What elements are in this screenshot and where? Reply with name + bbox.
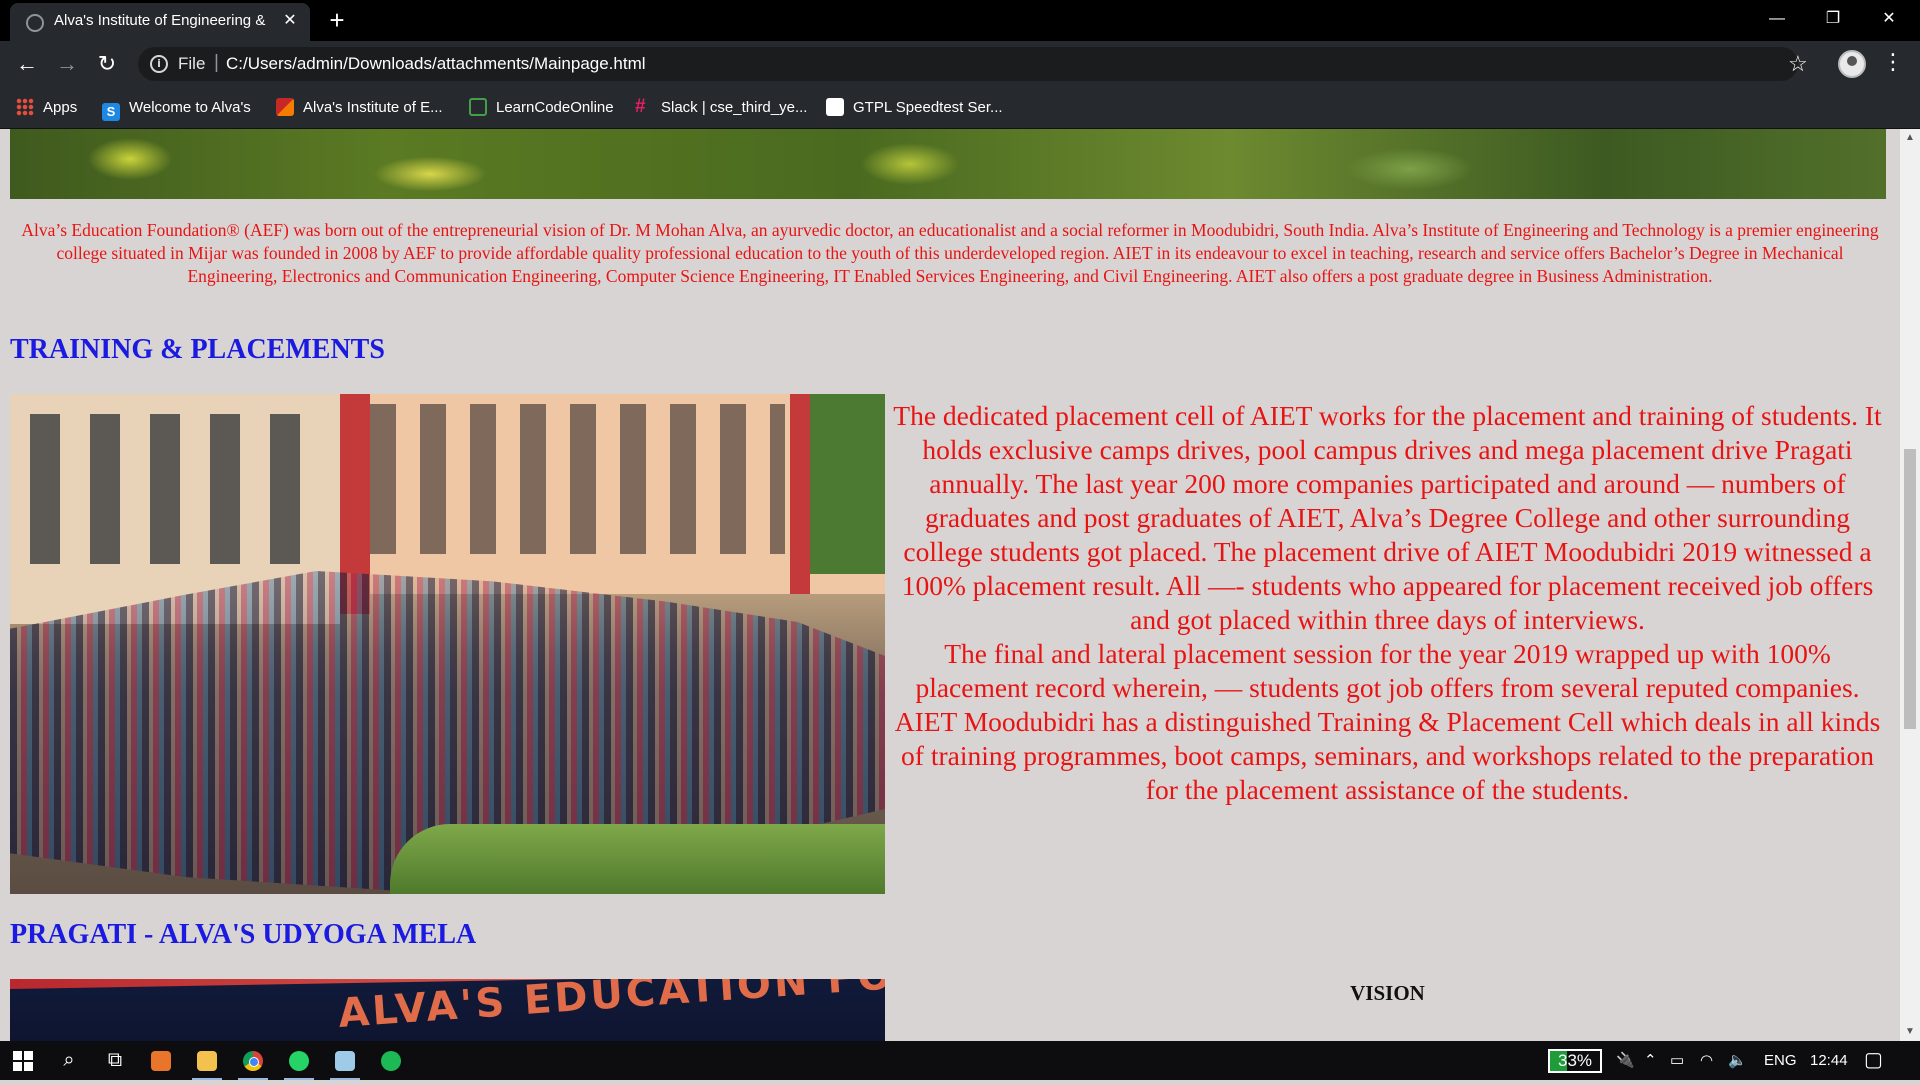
page-viewport: Alva’s Education Foundation® (AEF) was b… (0, 129, 1900, 1041)
bookmark-apps[interactable]: Apps (16, 96, 77, 120)
pragati-heading: PRAGATI - ALVA'S UDYOGA MELA (10, 919, 477, 950)
forward-button[interactable]: → (52, 49, 82, 79)
search-icon: ⌕ (63, 1049, 75, 1071)
pragati-sign-text: ALVA'S EDUCATION FO (336, 979, 885, 1037)
browser-menu-icon[interactable]: ⋮ (1882, 48, 1904, 78)
scroll-up-icon[interactable]: ▲ (1900, 129, 1920, 147)
windows-taskbar: ⌕ ⧉ 33% 🔌 ⌃ ▭ ◠ 🔈 ENG 12:44 ▢ (0, 1041, 1920, 1080)
intro-paragraph: Alva’s Education Foundation® (AEF) was b… (21, 220, 1879, 286)
profile-avatar[interactable] (1838, 50, 1866, 78)
campus-banner-image (10, 129, 1886, 199)
office-app-icon (151, 1051, 171, 1071)
taskbar-app-whatsapp[interactable] (276, 1041, 322, 1080)
tab-favicon-icon (26, 14, 44, 32)
scroll-down-icon[interactable]: ▼ (1900, 1023, 1920, 1041)
whatsapp-icon (289, 1051, 309, 1071)
vision-heading: VISION (1350, 981, 1425, 1005)
start-button[interactable] (0, 1041, 46, 1080)
close-window-button[interactable]: ✕ (1866, 4, 1912, 34)
bookmark-star-icon[interactable]: ☆ (1788, 50, 1808, 78)
new-tab-button[interactable]: + (322, 6, 352, 36)
task-view-icon: ⧉ (107, 1049, 123, 1071)
placement-paragraph-2: The final and lateral placement session … (894, 638, 1881, 805)
taskbar-app-notes[interactable] (322, 1041, 368, 1080)
chrome-icon (243, 1051, 263, 1071)
apps-grid-icon (16, 98, 34, 116)
battery-indicator[interactable]: 33% (1548, 1049, 1602, 1073)
restore-window-button[interactable]: ❐ (1810, 4, 1856, 34)
scrollbar-thumb[interactable] (1904, 449, 1916, 729)
placement-group-photo (10, 394, 885, 894)
browser-tab[interactable]: Alva's Institute of Engineering & ✕ (10, 3, 310, 41)
title-bar: Alva's Institute of Engineering & ✕ + — … (0, 0, 1920, 41)
minimize-window-button[interactable]: — (1754, 4, 1800, 34)
scheme-label: File (178, 54, 206, 73)
lco-logo-icon (469, 98, 487, 116)
notifications-icon[interactable]: ▢ (1864, 1041, 1883, 1080)
bookmark-welcome-alvas[interactable]: S Welcome to Alva's (102, 96, 251, 121)
taskbar-app-office[interactable] (138, 1041, 184, 1080)
bookmark-slack[interactable]: Slack | cse_third_ye... (634, 95, 808, 120)
s-logo-icon: S (102, 103, 120, 121)
search-button[interactable]: ⌕ (46, 1041, 92, 1080)
bookmark-label: Slack | cse_third_ye... (661, 99, 808, 116)
windows-logo-icon (13, 1051, 33, 1071)
address-bar[interactable]: i File | C:/Users/admin/Downloads/attach… (138, 47, 1798, 81)
training-placements-heading: TRAINING & PLACEMENTS (10, 334, 385, 365)
taskbar-app-chrome[interactable] (230, 1041, 276, 1080)
wifi-icon[interactable]: ◠ (1700, 1041, 1713, 1080)
reload-button[interactable]: ↻ (92, 49, 122, 79)
site-info-icon[interactable]: i (150, 55, 168, 73)
pragati-event-photo: ALVA'S EDUCATION FO (10, 979, 885, 1041)
volume-icon[interactable]: 🔈 (1728, 1041, 1747, 1080)
tab-title: Alva's Institute of Engineering & (54, 12, 266, 29)
alva-logo-icon (276, 98, 294, 116)
gtpl-icon (826, 98, 844, 116)
bookmark-label: Welcome to Alva's (129, 99, 251, 116)
taskbar-app-file-explorer[interactable] (184, 1041, 230, 1080)
notes-app-icon (335, 1051, 355, 1071)
task-view-button[interactable]: ⧉ (92, 1041, 138, 1080)
slack-icon (634, 95, 652, 119)
clock[interactable]: 12:44 (1810, 1041, 1848, 1080)
bookmark-learncodeonline[interactable]: LearnCodeOnline (469, 96, 614, 120)
placement-paragraph-1: The dedicated placement cell of AIET wor… (893, 400, 1882, 635)
show-hidden-icons-icon[interactable]: ⌃ (1644, 1041, 1657, 1080)
bookmarks-bar: Apps S Welcome to Alva's Alva's Institute… (0, 87, 1920, 129)
battery-percent: 33% (1557, 1051, 1593, 1070)
url-text[interactable]: C:/Users/admin/Downloads/attachments/Mai… (226, 54, 646, 74)
taskbar-app-spotify[interactable] (368, 1041, 414, 1080)
battery-tray-icon[interactable]: ▭ (1670, 1041, 1684, 1080)
page-scrollbar[interactable]: ▲ ▼ (1900, 129, 1920, 1041)
bookmark-gtpl-speedtest[interactable]: GTPL Speedtest Ser... (826, 96, 1003, 120)
spotify-icon (381, 1051, 401, 1071)
bookmark-label: LearnCodeOnline (496, 99, 614, 116)
browser-toolbar: ← → ↻ i File | C:/Users/admin/Downloads/… (0, 41, 1920, 87)
back-button[interactable]: ← (12, 49, 42, 79)
power-plug-icon: 🔌 (1616, 1052, 1635, 1069)
bookmark-label: Apps (43, 99, 78, 116)
address-separator: | (214, 52, 219, 73)
bookmark-label: Alva's Institute of E... (303, 99, 443, 116)
close-tab-icon[interactable]: ✕ (280, 11, 300, 31)
bookmark-label: GTPL Speedtest Ser... (853, 99, 1003, 116)
folder-icon (197, 1051, 217, 1071)
language-indicator[interactable]: ENG (1764, 1041, 1797, 1080)
bookmark-alvas-institute[interactable]: Alva's Institute of E... (276, 96, 443, 120)
placement-description: The dedicated placement cell of AIET wor… (890, 399, 1885, 807)
